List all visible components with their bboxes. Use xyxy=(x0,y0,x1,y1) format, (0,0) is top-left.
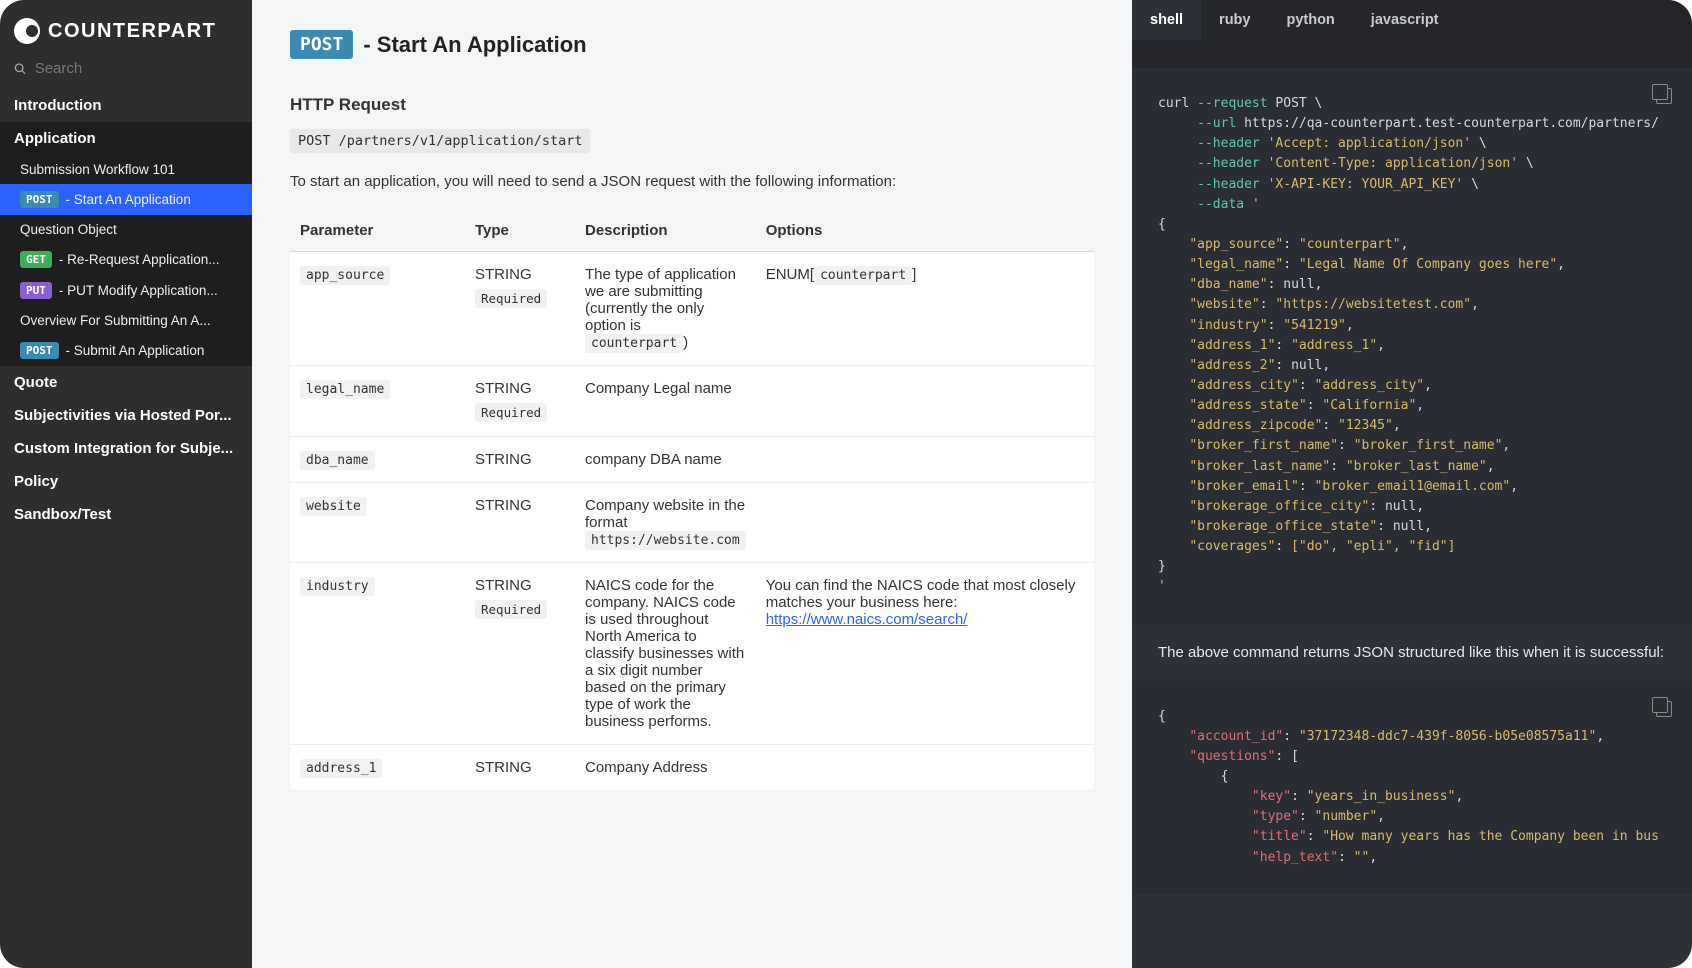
param-options: ENUM[counterpart] xyxy=(756,252,1094,366)
param-options xyxy=(756,745,1094,791)
param-description: Company Address xyxy=(575,745,756,791)
nav-introduction[interactable]: Introduction xyxy=(0,89,252,122)
col-type: Type xyxy=(465,210,575,252)
sidebar-item-start-application[interactable]: POST - Start An Application xyxy=(0,184,252,215)
sidebar-item-label: - Submit An Application xyxy=(66,343,205,358)
param-description: Company Legal name xyxy=(575,366,756,437)
sidebar-item-submit[interactable]: POST - Submit An Application xyxy=(0,335,252,366)
nav-policy[interactable]: Policy xyxy=(0,465,252,498)
sidebar-item-label: - Start An Application xyxy=(66,192,191,207)
param-type: STRING xyxy=(475,759,565,776)
param-options xyxy=(756,366,1094,437)
table-row: address_1 STRING Company Address xyxy=(290,745,1094,791)
nav-quote[interactable]: Quote xyxy=(0,366,252,399)
tab-javascript[interactable]: javascript xyxy=(1353,0,1457,40)
sidebar-item-label: - Re-Request Application... xyxy=(59,252,220,267)
sidebar-item-rerequest[interactable]: GET - Re-Request Application... xyxy=(0,244,252,275)
method-badge-put: PUT xyxy=(20,282,52,299)
param-name: address_1 xyxy=(300,759,382,778)
table-row: dba_name STRING company DBA name xyxy=(290,437,1094,483)
nav-application[interactable]: Application xyxy=(0,122,252,155)
nav-subjectivities[interactable]: Subjectivities via Hosted Por... xyxy=(0,399,252,432)
tab-python[interactable]: python xyxy=(1268,0,1352,40)
logo-icon xyxy=(14,18,40,44)
param-options xyxy=(756,437,1094,483)
param-type: STRING xyxy=(475,266,565,283)
tab-spacer xyxy=(1132,40,1692,68)
param-type: STRING xyxy=(475,380,565,397)
main-content: POST - Start An Application HTTP Request… xyxy=(252,0,1132,968)
http-endpoint: POST /partners/v1/application/start xyxy=(290,129,590,153)
method-badge-post: POST xyxy=(20,342,59,359)
request-code: curl --request POST \ --url https://qa-c… xyxy=(1132,68,1692,624)
method-badge-post: POST xyxy=(290,30,353,59)
search-input[interactable] xyxy=(35,60,238,77)
title-text: - Start An Application xyxy=(363,32,586,58)
nav-sandbox[interactable]: Sandbox/Test xyxy=(0,498,252,531)
language-tabs: shell ruby python javascript xyxy=(1132,0,1692,40)
param-name: dba_name xyxy=(300,451,375,470)
sidebar: COUNTERPART Introduction Application Sub… xyxy=(0,0,252,968)
param-description: company DBA name xyxy=(575,437,756,483)
col-options: Options xyxy=(756,210,1094,252)
sidebar-item-question-object[interactable]: Question Object xyxy=(0,215,252,244)
col-description: Description xyxy=(575,210,756,252)
tab-shell[interactable]: shell xyxy=(1132,0,1201,40)
required-badge: Required xyxy=(475,600,547,619)
code-pane: shell ruby python javascript curl --requ… xyxy=(1132,0,1692,968)
param-name: app_source xyxy=(300,266,390,285)
nav-custom-integration[interactable]: Custom Integration for Subje... xyxy=(0,432,252,465)
param-description: Company website in the format https://we… xyxy=(575,483,756,563)
table-row: website STRING Company website in the form… xyxy=(290,483,1094,563)
copy-icon[interactable] xyxy=(1656,701,1672,717)
param-type: STRING xyxy=(475,497,565,514)
nav: Introduction Application Submission Work… xyxy=(0,89,252,531)
tab-ruby[interactable]: ruby xyxy=(1201,0,1268,40)
param-name: industry xyxy=(300,577,375,596)
search-icon xyxy=(14,62,27,76)
section-http-request: HTTP Request xyxy=(290,95,1094,115)
required-badge: Required xyxy=(475,289,547,308)
response-code: { "account_id": "37172348-ddc7-439f-8056… xyxy=(1132,681,1692,894)
required-badge: Required xyxy=(475,403,547,422)
param-options: You can find the NAICS code that most cl… xyxy=(756,563,1094,745)
sidebar-item-put-modify[interactable]: PUT - PUT Modify Application... xyxy=(0,275,252,306)
naics-link[interactable]: https://www.naics.com/search/ xyxy=(766,611,968,628)
method-badge-post: POST xyxy=(20,191,59,208)
col-parameter: Parameter xyxy=(290,210,465,252)
param-description: The type of application we are submittin… xyxy=(575,252,756,366)
param-options xyxy=(756,483,1094,563)
table-row: legal_name STRING Required Company Legal na… xyxy=(290,366,1094,437)
param-name: legal_name xyxy=(300,380,390,399)
table-row: app_source STRING Required The type of appl… xyxy=(290,252,1094,366)
copy-icon[interactable] xyxy=(1656,88,1672,104)
logo: COUNTERPART xyxy=(0,0,252,52)
intro-paragraph: To start an application, you will need t… xyxy=(290,173,970,190)
param-type: STRING xyxy=(475,577,565,594)
param-name: website xyxy=(300,497,367,516)
sidebar-item-label: - PUT Modify Application... xyxy=(59,283,218,298)
method-badge-get: GET xyxy=(20,251,52,268)
response-note: The above command returns JSON structure… xyxy=(1132,624,1692,681)
parameters-table: Parameter Type Description Options app_s… xyxy=(290,210,1094,790)
sidebar-item-workflow[interactable]: Submission Workflow 101 xyxy=(0,155,252,184)
page-title: POST - Start An Application xyxy=(290,30,1094,59)
param-description: NAICS code for the company. NAICS code i… xyxy=(575,563,756,745)
param-type: STRING xyxy=(475,451,565,468)
sidebar-item-overview[interactable]: Overview For Submitting An A... xyxy=(0,306,252,335)
logo-text: COUNTERPART xyxy=(48,20,216,43)
table-row: industry STRING Required NAICS code for the… xyxy=(290,563,1094,745)
search[interactable] xyxy=(0,52,252,89)
